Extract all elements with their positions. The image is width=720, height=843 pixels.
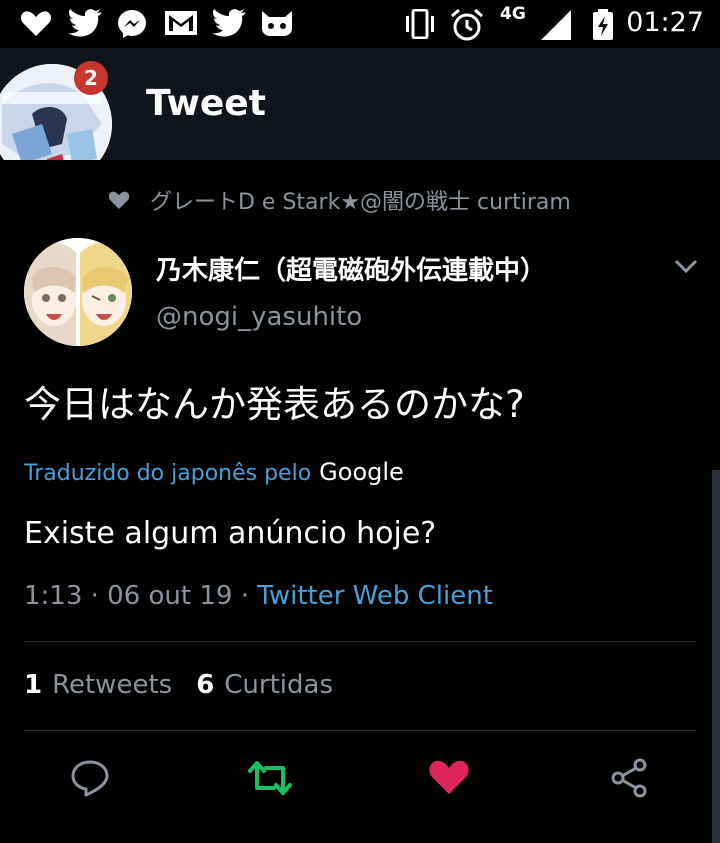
- cat-icon: [262, 11, 292, 36]
- battery-charging-icon: [593, 9, 613, 40]
- author-name[interactable]: 乃木康仁（超電磁砲外伝連載中）: [156, 250, 546, 287]
- action-bar: [0, 752, 720, 812]
- alarm-icon: [451, 9, 483, 41]
- retweets-label[interactable]: Retweets: [52, 670, 172, 700]
- likes-count[interactable]: 6: [196, 670, 214, 700]
- stats-row: 1 Retweets 6 Curtidas: [24, 670, 333, 700]
- heart-icon: [108, 191, 130, 209]
- translation-attribution: Traduzido do japonês pelo Google: [24, 458, 404, 486]
- chevron-down-icon[interactable]: [674, 258, 698, 274]
- gmail-icon: [165, 11, 197, 35]
- retweets-count[interactable]: 1: [24, 670, 42, 700]
- google-logo: Google: [319, 458, 404, 486]
- tweet-timestamp: 1:13 · 06 out 19 ·: [24, 581, 258, 611]
- signal-icon: [541, 10, 571, 40]
- retweet-icon[interactable]: [248, 758, 292, 798]
- tweet-meta: 1:13 · 06 out 19 · Twitter Web Client: [24, 581, 493, 611]
- scrollbar[interactable]: [712, 470, 720, 843]
- author-handle[interactable]: @nogi_yasuhito: [156, 302, 362, 332]
- status-bar: 4G 01:27: [0, 0, 720, 48]
- likes-label[interactable]: Curtidas: [224, 670, 333, 700]
- tweet-text: 今日はなんか発表あるのかな?: [24, 383, 525, 426]
- like-icon[interactable]: [428, 758, 470, 796]
- reply-icon[interactable]: [70, 758, 110, 798]
- twitter-icon: [212, 9, 245, 37]
- vibrate-icon: [406, 9, 434, 39]
- network-type: 4G: [500, 4, 526, 24]
- divider: [24, 730, 696, 731]
- translated-label: Traduzido do japonês pelo: [24, 461, 312, 486]
- messenger-icon: [118, 10, 146, 38]
- clock: 01:27: [626, 7, 704, 38]
- liked-by-row[interactable]: グレートD e Stark★@闇の戦士 curtiram: [108, 184, 571, 216]
- author-avatar[interactable]: [24, 238, 132, 346]
- divider: [24, 641, 696, 642]
- notification-badge: 2: [74, 61, 108, 95]
- stat-spacer: [172, 670, 196, 700]
- liked-by-text: グレートD e Stark★@闇の戦士 curtiram: [150, 190, 571, 215]
- twitter-icon: [68, 9, 101, 37]
- share-icon[interactable]: [609, 758, 649, 798]
- author-avatar-image: [24, 238, 132, 346]
- translation-text: Existe algum anúncio hoje?: [24, 516, 437, 551]
- page-title: Tweet: [146, 83, 266, 124]
- heart-icon: [20, 11, 52, 36]
- tweet-client-link[interactable]: Twitter Web Client: [257, 581, 493, 611]
